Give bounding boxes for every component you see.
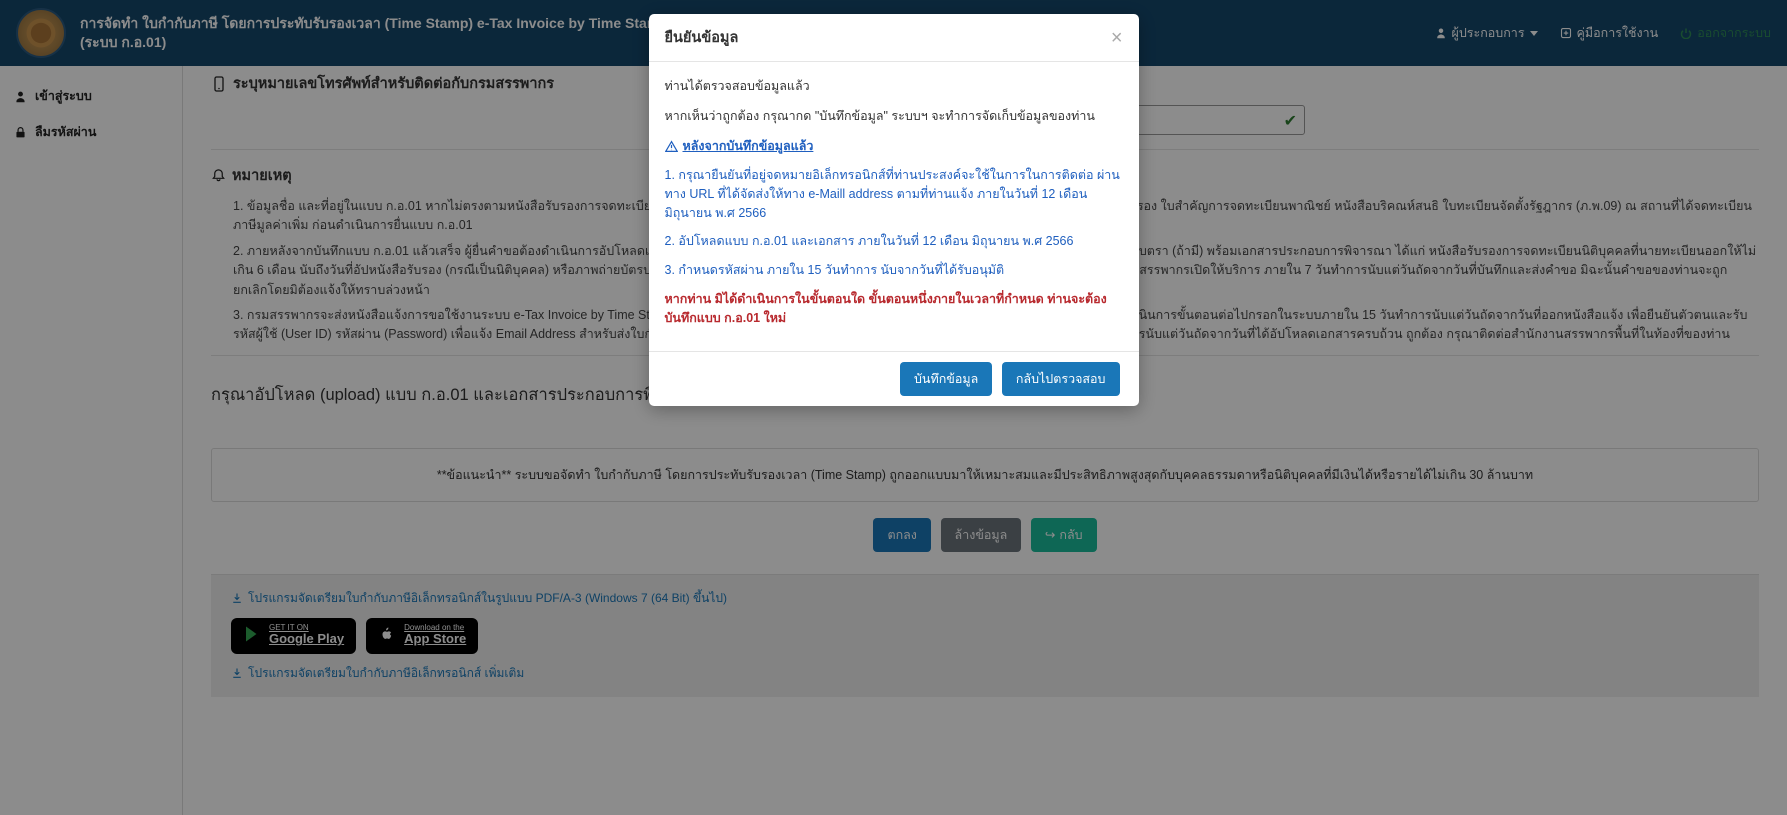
warning-icon bbox=[665, 140, 678, 153]
modal-overlay[interactable]: ยืนยันข้อมูล × ท่านได้ตรวจสอบข้อมูลแล้ว … bbox=[0, 0, 1787, 815]
modal-close-button[interactable]: × bbox=[1111, 28, 1123, 48]
modal-bullet-2: 2. อัปโหลดแบบ ก.อ.01 และเอกสาร ภายในวันท… bbox=[665, 232, 1123, 251]
confirm-modal: ยืนยันข้อมูล × ท่านได้ตรวจสอบข้อมูลแล้ว … bbox=[649, 14, 1139, 406]
modal-save-button[interactable]: บันทึกข้อมูล bbox=[900, 362, 992, 396]
modal-text-2: หากเห็นว่าถูกต้อง กรุณากด "บันทึกข้อมูล"… bbox=[665, 106, 1123, 126]
modal-bullet-1: 1. กรุณายืนยันที่อยู่จดหมายอิเล็กทรอนิกส… bbox=[665, 166, 1123, 222]
modal-after-link[interactable]: หลังจากบันทึกข้อมูลแล้ว bbox=[665, 136, 814, 156]
modal-bullet-3: 3. กำหนดรหัสผ่าน ภายใน 15 วันทำการ นับจา… bbox=[665, 261, 1123, 280]
modal-text-1: ท่านได้ตรวจสอบข้อมูลแล้ว bbox=[665, 76, 1123, 96]
modal-warning: หากท่าน มิได้ดำเนินการในขั้นตอนใด ขั้นตอ… bbox=[665, 290, 1123, 328]
modal-back-button[interactable]: กลับไปตรวจสอบ bbox=[1002, 362, 1120, 396]
modal-title: ยืนยันข้อมูล bbox=[665, 26, 739, 49]
